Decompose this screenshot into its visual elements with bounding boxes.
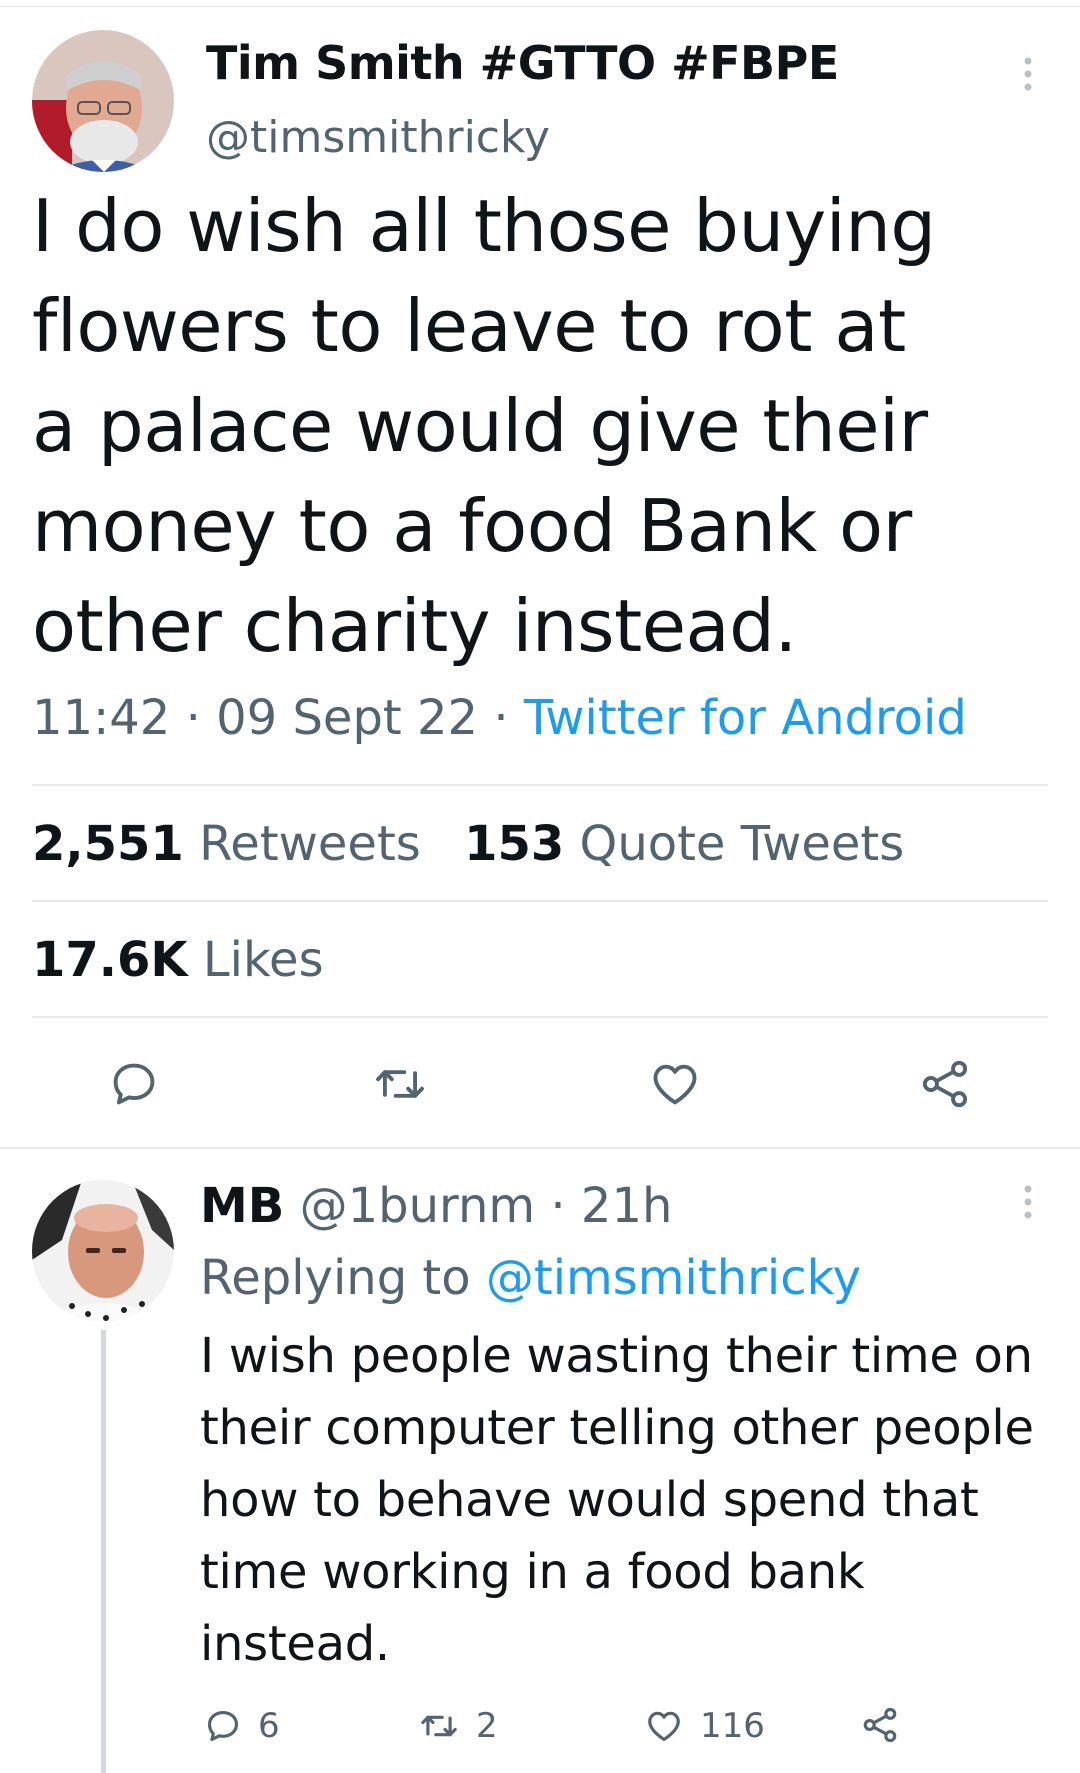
reply-author-handle[interactable]: @1burnm: [300, 1178, 536, 1234]
more-vertical-icon[interactable]: [1008, 1182, 1048, 1222]
retweets-count: 2,551: [32, 816, 184, 872]
replying-to: Replying to @timsmithricky: [200, 1250, 861, 1306]
reply-text-line: how to behave would spend that: [200, 1472, 979, 1528]
divider: [32, 900, 1048, 902]
replying-label: Replying to: [200, 1250, 471, 1306]
reply-author-line: MB @1burnm · 21h: [200, 1178, 672, 1234]
reply-reply-button[interactable]: 6: [204, 1706, 280, 1746]
divider: [32, 1016, 1048, 1018]
like-icon[interactable]: [648, 1058, 702, 1110]
reply-count: 6: [258, 1706, 280, 1746]
tweet-meta: 11:42 · 09 Sept 22 · Twitter for Android: [32, 690, 967, 746]
tweet-text: I do wish all those buying flowers to le…: [32, 176, 1032, 676]
reply-author-name[interactable]: MB: [200, 1178, 284, 1234]
likes-label: Likes: [202, 932, 324, 988]
like-count: 116: [700, 1706, 765, 1746]
reply-text-line: instead.: [200, 1616, 390, 1672]
like-icon: [648, 1711, 680, 1742]
reply-age[interactable]: 21h: [581, 1178, 673, 1234]
share-icon: [863, 1707, 897, 1743]
reply-share-button[interactable]: [860, 1706, 916, 1744]
author-handle[interactable]: @timsmithricky: [206, 112, 550, 163]
meta-dot: ·: [493, 690, 524, 746]
tweet-source-link[interactable]: Twitter for Android: [524, 690, 967, 746]
likes-stat[interactable]: 17.6K Likes: [32, 932, 324, 988]
reply-text-line: their computer telling other people: [200, 1400, 1034, 1456]
replying-to-link[interactable]: @timsmithricky: [486, 1250, 861, 1306]
reply-retweet-button[interactable]: 2: [418, 1706, 498, 1746]
quotes-count: 153: [464, 816, 565, 872]
top-divider: [0, 6, 1080, 7]
tweet-date[interactable]: 09 Sept 22: [216, 690, 478, 746]
share-icon[interactable]: [918, 1058, 972, 1110]
retweets-quotes-stats: 2,551 Retweets 153 Quote Tweets: [32, 816, 904, 872]
tweet-text-line: I do wish all those buying: [32, 184, 936, 268]
reply-text-line: time working in a food bank: [200, 1544, 865, 1600]
retweets-stat[interactable]: 2,551 Retweets: [32, 816, 421, 872]
likes-count: 17.6K: [32, 932, 188, 988]
author-name[interactable]: Tim Smith #GTTO #FBPE: [206, 36, 839, 90]
tweet-time[interactable]: 11:42: [32, 690, 170, 746]
author-avatar[interactable]: [32, 30, 174, 172]
meta-dot: ·: [185, 690, 217, 746]
reply-text: I wish people wasting their time on thei…: [200, 1320, 1060, 1680]
reply-icon[interactable]: [108, 1058, 160, 1110]
meta-dot: ·: [535, 1178, 581, 1234]
reply-avatar[interactable]: [32, 1180, 174, 1322]
thread-line: [101, 1330, 106, 1773]
tweet-text-line: other charity instead.: [32, 584, 797, 668]
tweet-text-line: money to a food Bank or: [32, 484, 912, 568]
reply-icon: [207, 1710, 239, 1742]
more-vertical-icon[interactable]: [1008, 54, 1048, 94]
quotes-label: Quote Tweets: [579, 816, 905, 872]
tweet-text-line: a palace would give their: [32, 384, 928, 468]
quotes-stat[interactable]: 153 Quote Tweets: [464, 816, 904, 872]
tweet-separator: [0, 1147, 1080, 1149]
divider: [32, 784, 1048, 786]
retweet-icon: [421, 1715, 457, 1737]
reply-like-button[interactable]: 116: [644, 1706, 765, 1746]
reply-text-line: I wish people wasting their time on: [200, 1328, 1033, 1384]
retweet-icon[interactable]: [372, 1058, 428, 1110]
tweet-text-line: flowers to leave to rot at: [32, 284, 906, 368]
retweet-count: 2: [476, 1706, 498, 1746]
retweets-label: Retweets: [199, 816, 421, 872]
